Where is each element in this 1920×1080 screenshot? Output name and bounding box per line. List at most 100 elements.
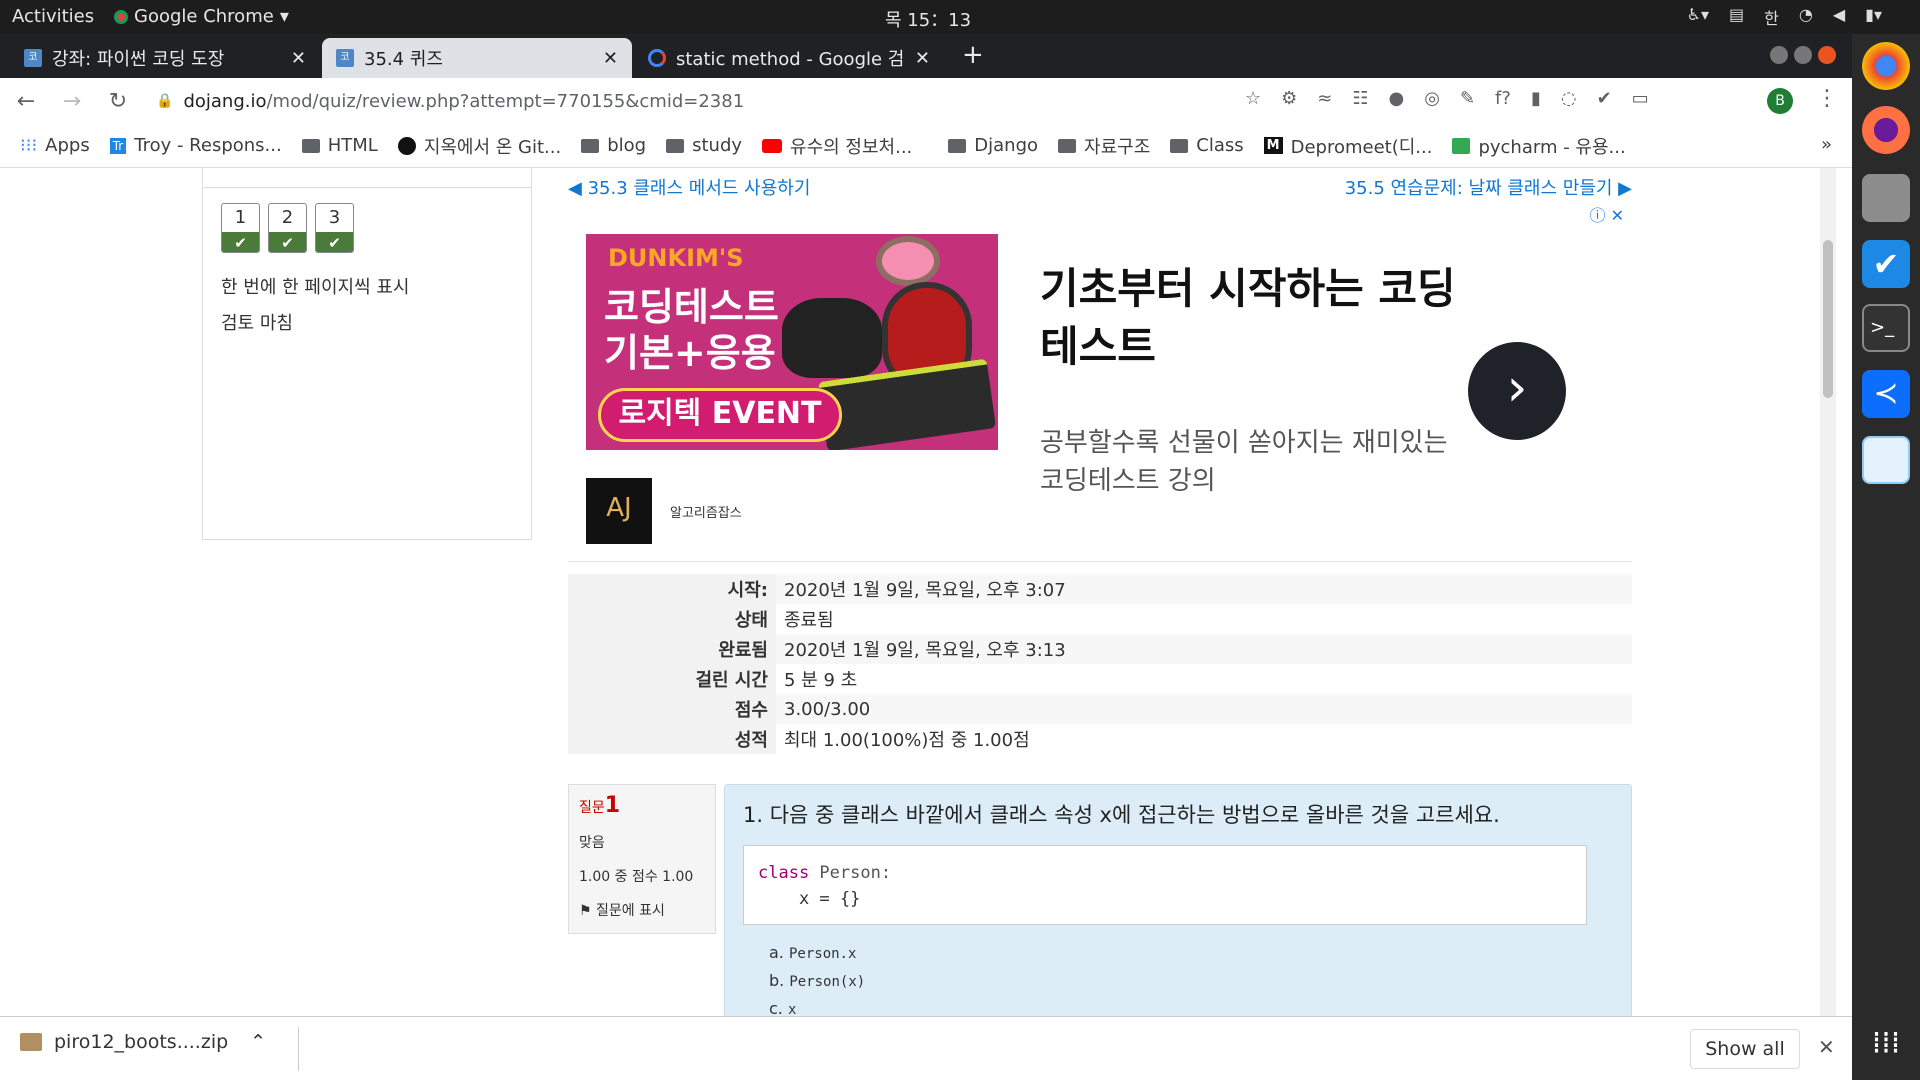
reload-icon[interactable]: ↻ xyxy=(98,89,138,114)
next-lesson-link[interactable]: 35.5 연습문제: 날짜 클래스 만들기 ▶ xyxy=(1345,174,1632,200)
medium-icon: M xyxy=(1263,137,1283,154)
accessibility-icon[interactable]: ♿▾ xyxy=(1687,5,1709,29)
ad-subtitle[interactable]: 공부할수록 선물이 쏟아지는 재미있는 코딩테스트 강의 xyxy=(1040,424,1460,500)
input-method[interactable]: 한 xyxy=(1764,5,1779,29)
close-icon[interactable]: ✕ xyxy=(915,48,930,69)
bookmark-apps[interactable]: ⁝⁝⁝ Apps xyxy=(20,135,90,156)
ad-info-close-icon[interactable]: ⓘ ✕ xyxy=(1590,202,1625,226)
back-arrow-icon[interactable]: ← xyxy=(6,89,46,114)
extension-icon[interactable]: ● xyxy=(1389,88,1405,109)
chevron-up-icon[interactable]: ⌃ xyxy=(250,1031,266,1053)
download-item[interactable]: piro12_boots....zip ⌃ xyxy=(20,1031,266,1053)
clipboard-icon[interactable]: ▤ xyxy=(1729,5,1744,29)
bookmark-git[interactable]: 지옥에서 온 Git... xyxy=(397,133,561,159)
advertiser-name[interactable]: 알고리즘잡스 xyxy=(670,502,742,521)
close-icon[interactable]: ✕ xyxy=(291,48,306,69)
star-icon[interactable]: ☆ xyxy=(1245,88,1261,109)
vscode-icon[interactable]: ≺ xyxy=(1862,370,1910,418)
extension-icon[interactable]: ◌ xyxy=(1561,88,1577,109)
chat-icon xyxy=(1452,137,1471,154)
bookmark-blog[interactable]: blog xyxy=(581,135,646,156)
image-viewer-icon[interactable] xyxy=(1862,436,1910,484)
question-status: 맞음 xyxy=(579,835,605,851)
question-button-1[interactable]: 1 ✔ xyxy=(221,203,260,253)
bookmark-django[interactable]: Django xyxy=(948,135,1038,156)
wifi-icon[interactable]: ◔ xyxy=(1799,5,1813,29)
clock[interactable]: 목 15：13 xyxy=(885,6,971,32)
terminal-icon[interactable]: >_ xyxy=(1862,304,1910,352)
app-menu[interactable]: Google Chrome ▾ xyxy=(114,6,289,27)
check-icon: ✔ xyxy=(269,232,306,252)
ad-title[interactable]: 기초부터 시작하는 코딩테스트 xyxy=(1040,260,1460,376)
app-name: Google Chrome xyxy=(134,6,274,27)
extension-icon[interactable]: ☷ xyxy=(1352,88,1368,109)
show-applications-icon[interactable]: ⁞⁞⁞ xyxy=(1868,1026,1904,1062)
answer-option: a. Person.x xyxy=(769,943,857,962)
address-bar[interactable]: 🔒 dojang.io/mod/quiz/review.php?attempt=… xyxy=(148,84,1248,118)
bookmark-pycharm[interactable]: pycharm - 유용... xyxy=(1452,133,1626,159)
chrome-icon[interactable] xyxy=(1862,42,1910,90)
close-icon[interactable]: ✕ xyxy=(1818,1035,1835,1059)
bookmark-datastructure[interactable]: 자료구조 xyxy=(1058,133,1150,159)
todo-icon[interactable]: ✔ xyxy=(1862,240,1910,288)
donut-graphic xyxy=(876,236,940,286)
new-tab-button[interactable]: + xyxy=(962,40,984,70)
window-controls xyxy=(1770,46,1836,64)
maximize-button[interactable] xyxy=(1794,46,1812,64)
question-content: 1. 다음 중 클래스 바깥에서 클래스 속성 x에 접근하는 방법으로 올바른… xyxy=(724,784,1632,1016)
quiz-navigation-block: 1 ✔ 2 ✔ 3 ✔ 한 번에 한 페이지씩 표시 검토 마침 xyxy=(202,168,532,540)
extension-icon[interactable]: ▮ xyxy=(1531,88,1541,109)
close-icon[interactable]: ✕ xyxy=(603,48,618,69)
prev-lesson-link[interactable]: ◀ 35.3 클래스 메서드 사용하기 xyxy=(568,174,810,200)
firefox-icon[interactable] xyxy=(1862,106,1910,154)
extension-icon[interactable]: ⚙ xyxy=(1281,88,1297,109)
bookmark-depromeet[interactable]: M Depromeet(디... xyxy=(1263,133,1432,159)
tab-google[interactable]: static method - Google 검 ✕ xyxy=(634,38,944,78)
chevron-right-icon[interactable]: › xyxy=(1468,342,1566,440)
eyedropper-icon[interactable]: ✎ xyxy=(1460,88,1475,109)
extension-icon[interactable]: ✔ xyxy=(1597,88,1612,109)
extension-icon[interactable]: ◎ xyxy=(1424,88,1440,109)
tr-icon: Tr xyxy=(109,137,127,154)
scrollbar-thumb[interactable] xyxy=(1823,240,1833,398)
volume-icon[interactable]: ◀ xyxy=(1833,5,1845,29)
extension-icon[interactable]: ≈ xyxy=(1317,88,1332,109)
tab-course[interactable]: 코 강좌: 파이썬 코딩 도장 ✕ xyxy=(10,38,320,78)
extension-icon[interactable]: ▭ xyxy=(1632,88,1649,109)
more-menu-icon[interactable]: ⋮ xyxy=(1816,86,1838,111)
profile-avatar[interactable]: B xyxy=(1767,88,1793,114)
vertical-scrollbar[interactable] xyxy=(1820,168,1836,1016)
advertiser-logo[interactable]: AJ xyxy=(586,478,652,544)
files-icon[interactable] xyxy=(1862,174,1910,222)
extension-icon[interactable]: f? xyxy=(1495,88,1511,109)
battery-icon[interactable]: ▮▾ xyxy=(1865,5,1882,29)
system-top-bar: Activities Google Chrome ▾ 목 15：13 ♿▾ ▤ … xyxy=(0,0,1920,34)
advertisement[interactable]: ⓘ ✕ DUNKIM'S 코딩테스트 기본+응용 로지텍 EVENT AJ 알고… xyxy=(568,200,1632,562)
flag-question-link[interactable]: ⚑ 질문에 표시 xyxy=(579,900,705,920)
question-button-2[interactable]: 2 ✔ xyxy=(268,203,307,253)
tab-title: 35.4 퀴즈 xyxy=(364,49,443,70)
question-button-3[interactable]: 3 ✔ xyxy=(315,203,354,253)
system-tray[interactable]: ♿▾ ▤ 한 ◔ ◀ ▮▾ xyxy=(1687,5,1882,29)
show-one-page-link[interactable]: 한 번에 한 페이지씩 표시 xyxy=(221,273,410,299)
bookmark-class[interactable]: Class xyxy=(1170,135,1244,156)
ad-event-badge: 로지텍 EVENT xyxy=(598,388,842,442)
activities-button[interactable]: Activities xyxy=(12,6,94,27)
table-row: 성적 최대 1.00(100%)점 중 1.00점 xyxy=(568,724,1632,754)
bookmark-youtube[interactable]: 유수의 정보처... xyxy=(762,133,912,159)
download-filename: piro12_boots....zip xyxy=(54,1031,229,1053)
show-all-button[interactable]: Show all xyxy=(1690,1029,1800,1069)
close-window-button[interactable] xyxy=(1818,46,1836,64)
lock-icon[interactable]: 🔒 xyxy=(156,93,173,109)
folder-icon xyxy=(666,138,685,153)
bookmarks-overflow[interactable]: » xyxy=(1821,134,1832,155)
minimize-button[interactable] xyxy=(1770,46,1788,64)
bookmark-troy[interactable]: Tr Troy - Respons... xyxy=(109,135,282,156)
tab-quiz[interactable]: 코 35.4 퀴즈 ✕ xyxy=(322,38,632,78)
forward-arrow-icon[interactable]: → xyxy=(52,89,92,114)
bookmark-html[interactable]: HTML xyxy=(301,135,378,156)
ad-image[interactable]: DUNKIM'S 코딩테스트 기본+응용 로지텍 EVENT xyxy=(586,234,998,450)
finish-review-link[interactable]: 검토 마침 xyxy=(221,309,293,335)
bookmark-study[interactable]: study xyxy=(666,135,742,156)
check-icon: ✔ xyxy=(222,232,259,252)
